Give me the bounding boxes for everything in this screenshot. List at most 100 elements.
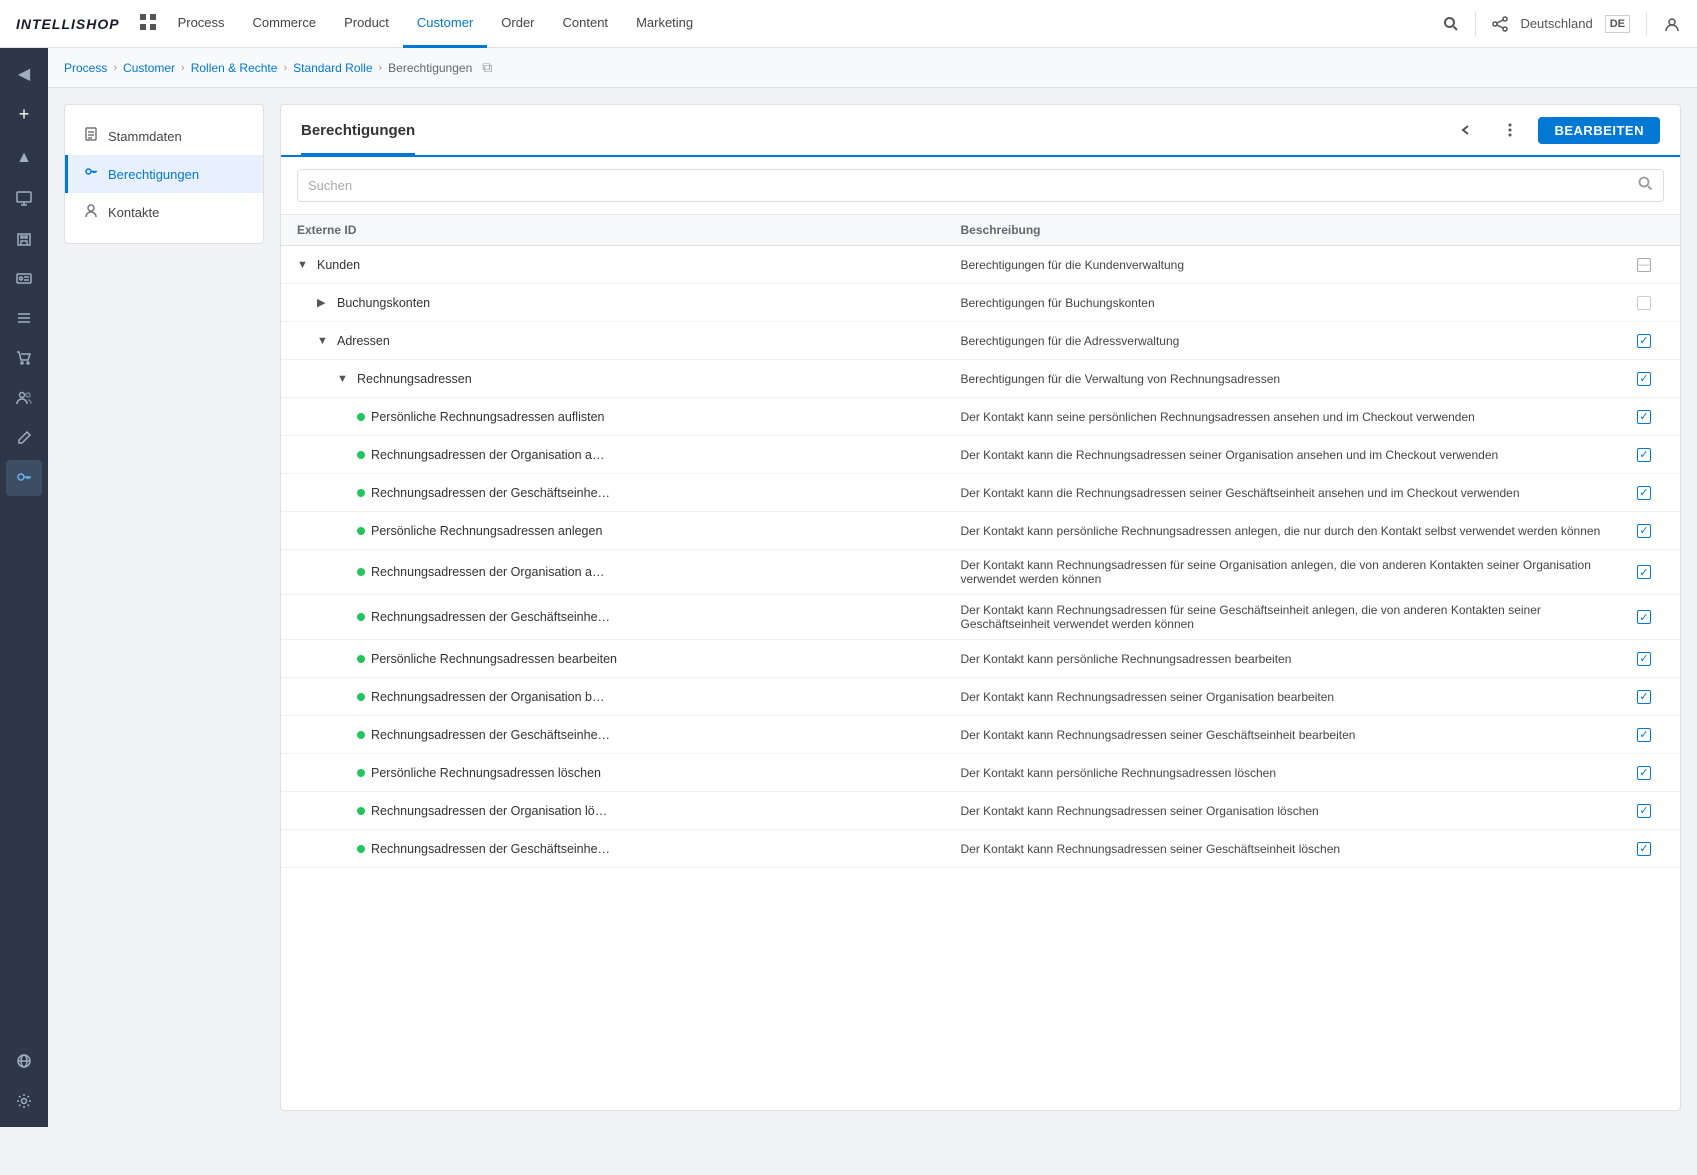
ge-rech-auflisten-check[interactable]: ✓ <box>1624 486 1664 500</box>
pers-rech-loeschen-check[interactable]: ✓ <box>1624 766 1664 780</box>
ge-rech-auflisten-desc: Der Kontakt kann die Rechnungsadressen s… <box>961 478 1625 508</box>
pers-rech-auflisten-label: Persönliche Rechnungsadressen auflisten <box>371 410 604 424</box>
row-ge-rech-loeschen-name: Rechnungsadressen der Geschäftseinheit l… <box>297 834 961 864</box>
group-icon[interactable] <box>6 380 42 416</box>
dot-icon <box>357 845 365 853</box>
kunden-check[interactable]: — <box>1624 258 1664 272</box>
ge-rech-loeschen-check[interactable]: ✓ <box>1624 842 1664 856</box>
key-side-icon <box>84 165 98 183</box>
back-button[interactable] <box>1450 114 1482 146</box>
adressen-checkbox[interactable]: ✓ <box>1637 334 1651 348</box>
dot-icon <box>357 693 365 701</box>
dot-icon <box>357 613 365 621</box>
pers-rech-bearbeiten-check[interactable]: ✓ <box>1624 652 1664 666</box>
ge-rech-bearbeiten-checkbox[interactable]: ✓ <box>1637 728 1651 742</box>
cart-icon[interactable] <box>6 340 42 376</box>
search-input[interactable] <box>308 178 1630 193</box>
list-icon[interactable] <box>6 300 42 336</box>
nav-marketing[interactable]: Marketing <box>622 0 707 48</box>
adressen-check[interactable]: ✓ <box>1624 334 1664 348</box>
expand-rechnungsadressen-icon[interactable]: ▼ <box>337 373 351 385</box>
breadcrumb-customer[interactable]: Customer <box>123 61 175 75</box>
org-rech-loeschen-checkbox[interactable]: ✓ <box>1637 804 1651 818</box>
top-navigation: INTELLISHOP Process Commerce Product Cus… <box>0 0 1697 48</box>
buchungskonten-checkbox[interactable] <box>1637 296 1651 310</box>
id-card-icon[interactable] <box>6 260 42 296</box>
pers-rech-bearbeiten-checkbox[interactable]: ✓ <box>1637 652 1651 666</box>
permissions-table[interactable]: Externe ID Beschreibung ▼ Kunden Berecht… <box>281 215 1680 1110</box>
org-rech-bearbeiten-desc: Der Kontakt kann Rechnungsadressen seine… <box>961 682 1625 712</box>
share-icon[interactable] <box>1492 16 1508 32</box>
ge-rech-bearbeiten-check[interactable]: ✓ <box>1624 728 1664 742</box>
breadcrumb-process[interactable]: Process <box>64 61 107 75</box>
edit-pencil-icon[interactable] <box>6 420 42 456</box>
col-header-beschreibung: Beschreibung <box>961 223 1625 237</box>
grid-icon[interactable] <box>140 14 156 33</box>
language-selector[interactable]: Deutschland <box>1520 16 1592 31</box>
kunden-checkbox[interactable]: — <box>1637 258 1651 272</box>
search-input-wrap[interactable] <box>297 169 1664 202</box>
org-rech-bearbeiten-checkbox[interactable]: ✓ <box>1637 690 1651 704</box>
edit-button[interactable]: BEARBEITEN <box>1538 117 1660 144</box>
settings-gear-icon[interactable] <box>6 1083 42 1119</box>
more-options-button[interactable] <box>1494 114 1526 146</box>
pers-rech-loeschen-checkbox[interactable]: ✓ <box>1637 766 1651 780</box>
search-submit-icon[interactable] <box>1638 176 1653 195</box>
key-icon[interactable] <box>6 460 42 496</box>
org-rech-anlegen-checkbox[interactable]: ✓ <box>1637 565 1651 579</box>
ge-rech-auflisten-checkbox[interactable]: ✓ <box>1637 486 1651 500</box>
col-header-check <box>1624 223 1664 237</box>
add-item-icon[interactable]: + <box>6 96 42 132</box>
panel-header: Berechtigungen BEARBEITEN <box>281 105 1680 157</box>
org-rech-loeschen-check[interactable]: ✓ <box>1624 804 1664 818</box>
row-kunden-name: ▼ Kunden <box>297 250 961 280</box>
nav-content[interactable]: Content <box>549 0 623 48</box>
expand-buchungskonten-icon[interactable]: ▶ <box>317 296 331 309</box>
pers-rech-anlegen-checkbox[interactable]: ✓ <box>1637 524 1651 538</box>
search-icon[interactable] <box>1443 16 1459 32</box>
sidenav-stammdaten[interactable]: Stammdaten <box>65 117 263 155</box>
nav-order[interactable]: Order <box>487 0 548 48</box>
org-rech-anlegen-check[interactable]: ✓ <box>1624 565 1664 579</box>
chevron-up-icon[interactable]: ▲ <box>6 140 42 176</box>
org-rech-bearbeiten-label: Rechnungsadressen der Organisation beart… <box>371 690 611 704</box>
nav-commerce[interactable]: Commerce <box>239 0 331 48</box>
nav-process[interactable]: Process <box>164 0 239 48</box>
table-row: Persönliche Rechnungsadressen löschen De… <box>281 754 1680 792</box>
user-menu[interactable] <box>1663 15 1681 33</box>
monitor-icon[interactable] <box>6 180 42 216</box>
breadcrumb-standard-rolle[interactable]: Standard Rolle <box>293 61 372 75</box>
breadcrumb-sep-1: › <box>113 62 117 74</box>
rechnungsadressen-check[interactable]: ✓ <box>1624 372 1664 386</box>
nav-customer[interactable]: Customer <box>403 0 487 48</box>
ge-rech-loeschen-checkbox[interactable]: ✓ <box>1637 842 1651 856</box>
pers-rech-auflisten-checkbox[interactable]: ✓ <box>1637 410 1651 424</box>
org-rech-bearbeiten-check[interactable]: ✓ <box>1624 690 1664 704</box>
org-rech-auflisten-checkbox[interactable]: ✓ <box>1637 448 1651 462</box>
dot-icon <box>357 568 365 576</box>
language-code[interactable]: DE <box>1605 15 1630 33</box>
pers-rech-auflisten-check[interactable]: ✓ <box>1624 410 1664 424</box>
org-rech-auflisten-check[interactable]: ✓ <box>1624 448 1664 462</box>
globe-icon[interactable] <box>6 1043 42 1079</box>
pers-rech-anlegen-label: Persönliche Rechnungsadressen anlegen <box>371 524 602 538</box>
rechnungsadressen-checkbox[interactable]: ✓ <box>1637 372 1651 386</box>
ge-rech-anlegen-check[interactable]: ✓ <box>1624 610 1664 624</box>
nav-divider-2 <box>1646 12 1647 36</box>
pers-rech-anlegen-check[interactable]: ✓ <box>1624 524 1664 538</box>
search-bar <box>281 157 1680 215</box>
collapse-sidebar-icon[interactable]: ◀ <box>6 56 42 92</box>
breadcrumb-rollen[interactable]: Rollen & Rechte <box>191 61 278 75</box>
dot-icon <box>357 807 365 815</box>
buchungskonten-check[interactable] <box>1624 296 1664 310</box>
ge-rech-anlegen-checkbox[interactable]: ✓ <box>1637 610 1651 624</box>
expand-adressen-icon[interactable]: ▼ <box>317 335 331 347</box>
sidenav-kontakte[interactable]: Kontakte <box>65 193 263 231</box>
breadcrumb: Process › Customer › Rollen & Rechte › S… <box>48 48 1697 88</box>
expand-kunden-icon[interactable]: ▼ <box>297 259 311 271</box>
building-icon[interactable] <box>6 220 42 256</box>
copy-icon[interactable]: ⧉ <box>482 59 492 76</box>
sidenav-berechtigungen[interactable]: Berechtigungen <box>65 155 263 193</box>
ge-rech-auflisten-label: Rechnungsadressen der Geschäftseinheit a… <box>371 486 611 500</box>
nav-product[interactable]: Product <box>330 0 403 48</box>
